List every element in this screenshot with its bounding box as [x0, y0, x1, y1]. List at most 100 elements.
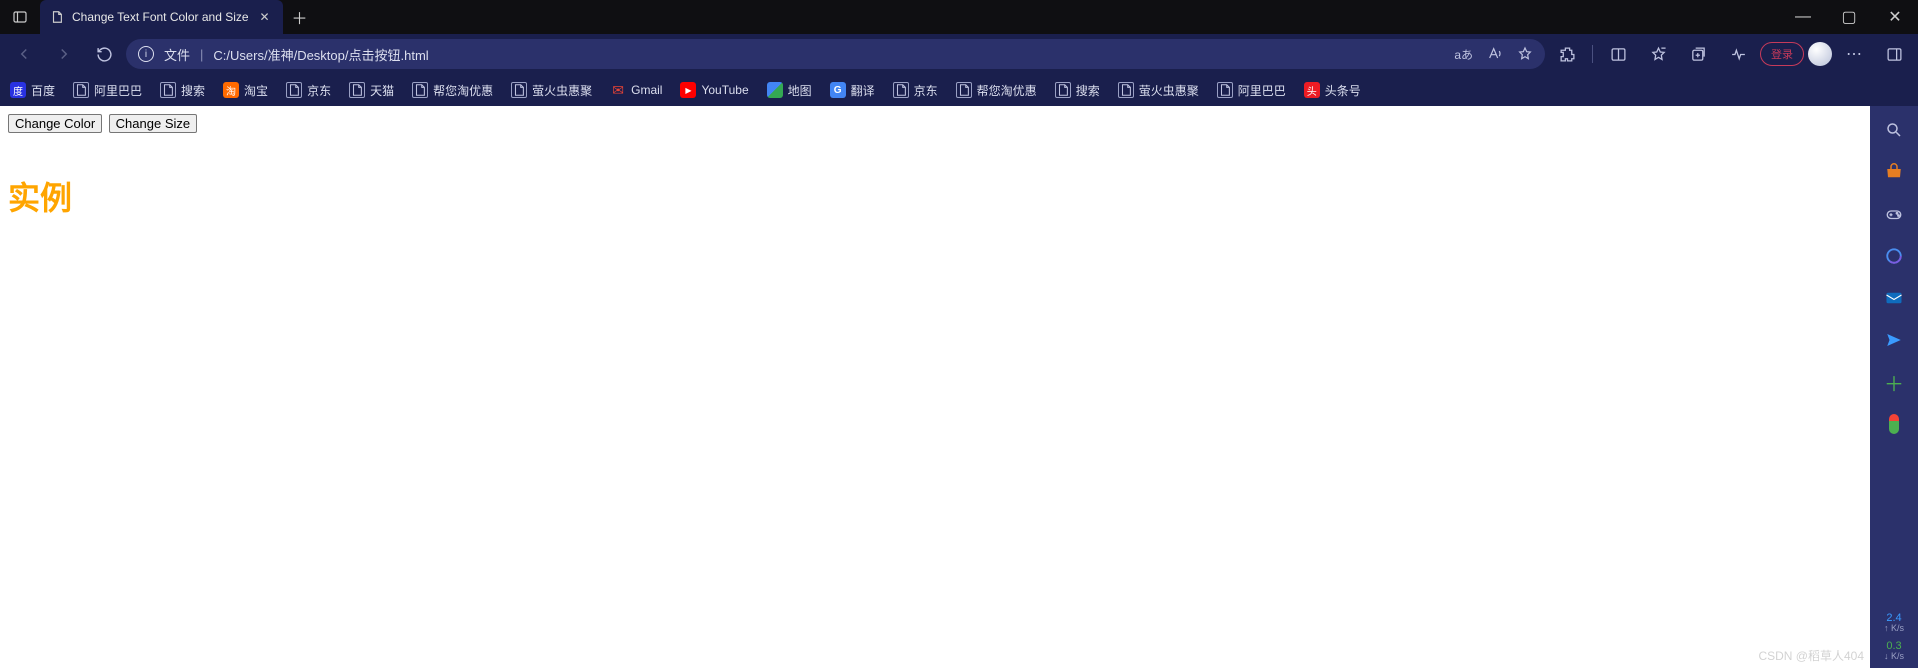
url-text: C:/Users/准神/Desktop/点击按钮.html [213, 45, 1444, 64]
bookmark-item[interactable]: 帮您淘优惠 [412, 82, 493, 99]
doc-icon [73, 82, 89, 98]
bookmark-label: 地图 [788, 82, 812, 99]
browser-tab[interactable]: Change Text Font Color and Size ✕ [40, 0, 283, 34]
tab-actions-button[interactable] [0, 0, 40, 34]
bookmark-item[interactable]: 阿里巴巴 [73, 82, 142, 99]
window-minimize-button[interactable]: — [1780, 0, 1826, 34]
gmail-icon: ✉ [610, 82, 626, 98]
tab-title: Change Text Font Color and Size [72, 10, 249, 24]
page-content: Change Color Change Size 实例 CSDN @稻草人404 [0, 106, 1870, 668]
url-divider: | [200, 47, 203, 62]
login-label: 登录 [1771, 46, 1793, 62]
doc-icon [1055, 82, 1071, 98]
tab-close-button[interactable]: ✕ [257, 9, 273, 25]
doc-icon [1217, 82, 1233, 98]
bookmark-label: 帮您淘优惠 [977, 82, 1037, 99]
url-scheme-label: 文件 [164, 45, 190, 64]
bookmark-item[interactable]: 京东 [893, 82, 938, 99]
bookmark-item[interactable]: 淘淘宝 [223, 82, 268, 99]
address-bar[interactable]: i 文件 | C:/Users/准神/Desktop/点击按钮.html aあ [126, 39, 1545, 69]
sidebar-upload-stat: 2.4 ↑ K/s [1884, 612, 1904, 634]
sidebar-toggle-button[interactable] [1876, 38, 1912, 70]
sidebar-copilot-icon[interactable] [1876, 238, 1912, 274]
split-screen-button[interactable] [1600, 38, 1636, 70]
sidebar-pill-icon[interactable] [1876, 406, 1912, 442]
bookmark-item[interactable]: 搜索 [1055, 82, 1100, 99]
bookmark-item[interactable]: ✉ Gmail [610, 82, 662, 98]
sidebar-outlook-icon[interactable] [1876, 280, 1912, 316]
doc-icon [349, 82, 365, 98]
bookmark-label: 阿里巴巴 [94, 82, 142, 99]
nav-refresh-button[interactable] [86, 38, 122, 70]
baidu-icon: 度 [10, 82, 26, 98]
bookmark-item[interactable]: ▶YouTube [680, 82, 748, 98]
collections-button[interactable] [1680, 38, 1716, 70]
bookmark-item[interactable]: 头头条号 [1304, 82, 1361, 99]
sidebar-add-icon[interactable]: ＋ [1876, 364, 1912, 400]
login-button[interactable]: 登录 [1760, 42, 1804, 66]
bookmark-label: YouTube [701, 83, 748, 97]
bookmark-item[interactable]: 帮您淘优惠 [956, 82, 1037, 99]
watermark-text: CSDN @稻草人404 [1758, 647, 1864, 664]
bookmark-label: 京东 [307, 82, 331, 99]
read-aloud-icon[interactable] [1487, 46, 1503, 62]
bookmark-label: 翻译 [851, 82, 875, 99]
bookmark-label: 搜索 [1076, 82, 1100, 99]
new-tab-button[interactable]: ＋ [283, 0, 317, 34]
doc-icon [893, 82, 909, 98]
bookmark-label: 淘宝 [244, 82, 268, 99]
bookmark-label: 搜索 [181, 82, 205, 99]
window-close-button[interactable]: ✕ [1872, 0, 1918, 34]
more-menu-button[interactable]: ⋯ [1836, 38, 1872, 70]
bookmark-item[interactable]: 度百度 [10, 82, 55, 99]
extensions-button[interactable] [1549, 38, 1585, 70]
edge-sidebar: ＋ 2.4 ↑ K/s 0.3 ↓ K/s [1870, 106, 1918, 668]
taobao-icon: 淘 [223, 82, 239, 98]
nav-forward-button[interactable] [46, 38, 82, 70]
bookmark-item[interactable]: 搜索 [160, 82, 205, 99]
doc-icon [286, 82, 302, 98]
site-info-icon[interactable]: i [138, 46, 154, 62]
bookmark-label: 萤火虫惠聚 [532, 82, 592, 99]
nav-back-button[interactable] [6, 38, 42, 70]
doc-icon [956, 82, 972, 98]
bookmark-label: 帮您淘优惠 [433, 82, 493, 99]
sidebar-send-icon[interactable] [1876, 322, 1912, 358]
favorite-star-icon[interactable] [1517, 46, 1533, 62]
immersive-reader-icon[interactable]: aあ [1454, 46, 1473, 63]
sidebar-shopping-icon[interactable] [1876, 154, 1912, 190]
file-icon [50, 10, 64, 24]
bookmark-label: 萤火虫惠聚 [1139, 82, 1199, 99]
titlebar: Change Text Font Color and Size ✕ ＋ — ▢ … [0, 0, 1918, 34]
bookmark-item[interactable]: 天猫 [349, 82, 394, 99]
change-size-button[interactable]: Change Size [109, 114, 197, 133]
performance-button[interactable] [1720, 38, 1756, 70]
bookmark-item[interactable]: 萤火虫惠聚 [511, 82, 592, 99]
bookmark-label: Gmail [631, 83, 662, 97]
toutiao-icon: 头 [1304, 82, 1320, 98]
toolbar-separator [1592, 45, 1593, 63]
doc-icon [412, 82, 428, 98]
doc-icon [160, 82, 176, 98]
bookmark-item[interactable]: G 翻译 [830, 82, 875, 99]
doc-icon [511, 82, 527, 98]
bookmark-label: 百度 [31, 82, 55, 99]
bookmarks-bar: 度百度 阿里巴巴 搜索 淘淘宝 京东 天猫 帮您淘优惠 萤火虫惠聚 ✉ Gmail ▶YouTube… [0, 74, 1918, 106]
bookmark-item[interactable]: 京东 [286, 82, 331, 99]
bookmark-item[interactable]: 阿里巴巴 [1217, 82, 1286, 99]
sidebar-download-stat: 0.3 ↓ K/s [1884, 640, 1904, 662]
sidebar-search-icon[interactable] [1876, 112, 1912, 148]
bookmark-item[interactable]: 萤火虫惠聚 [1118, 82, 1199, 99]
change-color-button[interactable]: Change Color [8, 114, 102, 133]
bookmark-label: 头条号 [1325, 82, 1361, 99]
sidebar-games-icon[interactable] [1876, 196, 1912, 232]
window-maximize-button[interactable]: ▢ [1826, 0, 1872, 34]
page-heading: 实例 [8, 173, 1862, 219]
profile-avatar[interactable] [1808, 42, 1832, 66]
bookmark-label: 天猫 [370, 82, 394, 99]
bookmark-item[interactable]: 地图 [767, 82, 812, 99]
toolbar: i 文件 | C:/Users/准神/Desktop/点击按钮.html aあ … [0, 34, 1918, 74]
translate-icon: G [830, 82, 846, 98]
bookmark-label: 京东 [914, 82, 938, 99]
favorites-button[interactable] [1640, 38, 1676, 70]
